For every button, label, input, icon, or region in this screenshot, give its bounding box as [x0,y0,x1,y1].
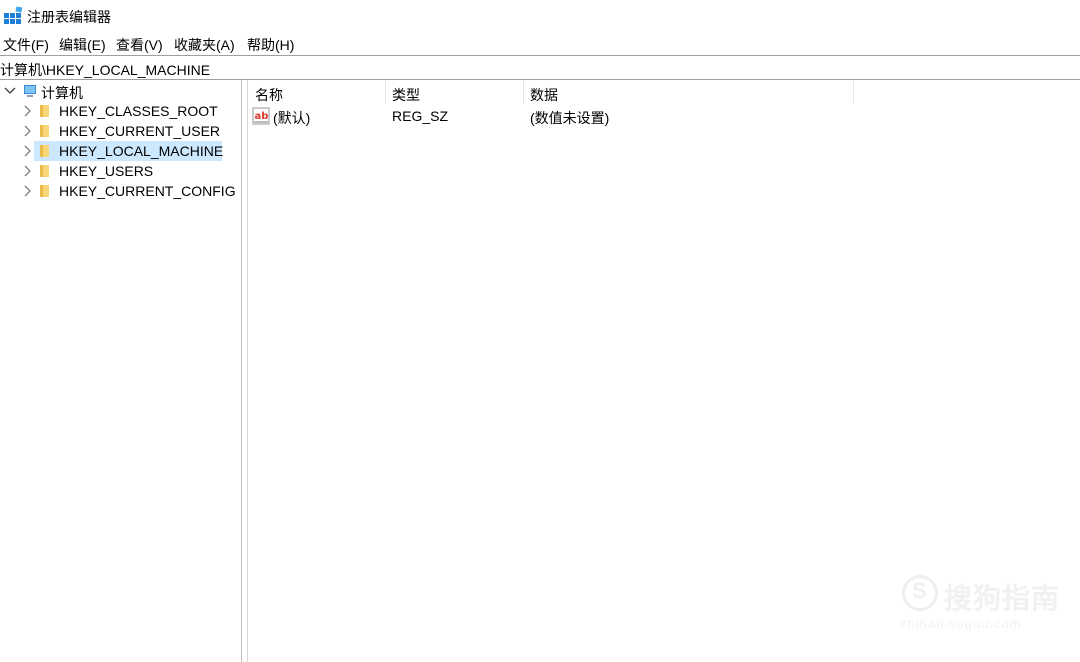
svg-text:ab: ab [255,111,269,122]
tree-item-hkey-classes-root[interactable]: HKEY_CLASSES_ROOT [0,101,240,121]
column-header-label: 类型 [392,87,420,103]
folder-icon [40,165,49,177]
menu-file[interactable]: 文件(F) [3,35,49,55]
column-header-type[interactable]: 类型 [386,80,524,104]
tree-item-hkey-local-machine[interactable]: HKEY_LOCAL_MACHINE [0,141,240,161]
value-type: REG_SZ [392,108,449,124]
chevron-right-icon[interactable] [23,185,33,197]
tree-item-hkey-current-config[interactable]: HKEY_CURRENT_CONFIG [0,181,240,201]
tree-label: HKEY_LOCAL_MACHINE [59,143,224,159]
address-path[interactable]: 计算机\HKEY_LOCAL_MACHINE [0,60,210,80]
tree-item-computer[interactable]: 计算机 [0,81,240,101]
tree-label: HKEY_USERS [59,163,154,179]
window-title: 注册表编辑器 [27,9,111,25]
menu-bar: 文件(F) 编辑(E) 查看(V) 收藏夹(A) 帮助(H) [0,32,1080,54]
menu-help[interactable]: 帮助(H) [247,35,294,55]
menu-view[interactable]: 查看(V) [116,35,163,55]
chevron-right-icon[interactable] [23,105,33,117]
column-header-label: 名称 [255,87,283,103]
folder-icon [40,125,49,137]
computer-icon [24,85,36,97]
watermark-subtext: zhinan.sogou.com [900,616,1022,631]
tree-label: HKEY_CURRENT_USER [59,123,221,139]
chevron-down-icon[interactable] [4,86,16,96]
watermark-text: 搜狗指南 [944,583,1061,614]
chevron-right-icon[interactable] [23,125,33,137]
column-header-name[interactable]: 名称 [249,80,386,104]
chevron-right-icon[interactable] [23,145,33,157]
string-value-icon: ab [252,107,270,125]
column-header-data[interactable]: 数据 [524,80,854,104]
value-name: (默认) [273,110,311,126]
watermark-logo-letter: S [912,578,927,603]
value-data: (数值未设置) [530,110,610,126]
folder-icon [40,185,49,197]
tree-item-hkey-current-user[interactable]: HKEY_CURRENT_USER [0,121,240,141]
watermark: S 搜狗指南 zhinan.sogou.com [900,573,1070,633]
column-header-label: 数据 [530,87,558,103]
registry-editor-icon [4,6,23,24]
chevron-right-icon[interactable] [23,165,33,177]
folder-icon [40,105,49,117]
address-bar[interactable]: 计算机\HKEY_LOCAL_MACHINE [0,55,1080,80]
tree-item-hkey-users[interactable]: HKEY_USERS [0,161,240,181]
tree-label: HKEY_CURRENT_CONFIG [59,183,236,199]
folder-icon [40,145,49,157]
menu-favorites[interactable]: 收藏夹(A) [174,35,235,55]
menu-edit[interactable]: 编辑(E) [59,35,106,55]
tree-label: HKEY_CLASSES_ROOT [59,103,218,119]
title-bar: 注册表编辑器 [0,0,1080,32]
pane-splitter[interactable] [241,80,248,662]
table-row[interactable]: ab (默认) REG_SZ (数值未设置) [249,106,854,126]
tree-pane: 计算机 HKEY_CLASSES_ROOT HKEY_CURRENT_USER … [0,80,241,662]
